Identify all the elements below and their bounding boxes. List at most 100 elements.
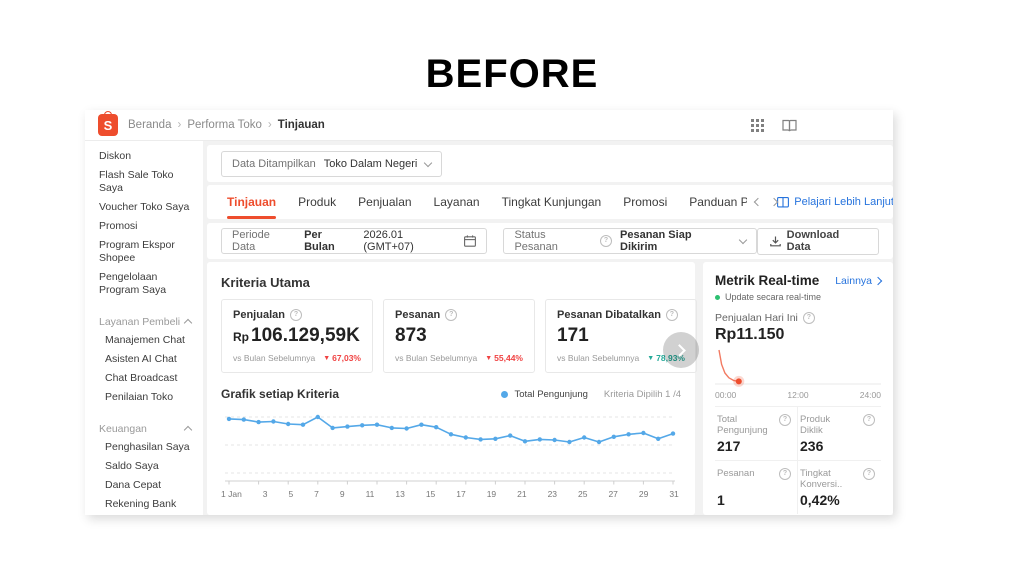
breadcrumb-tinjauan: Tinjauan — [278, 119, 325, 131]
sidebar-item-rekening-bank[interactable]: Rekening Bank — [85, 495, 203, 514]
sidebar-item-penilaian-toko[interactable]: Penilaian Toko — [85, 388, 203, 407]
compare-label: vs Bulan Sebelumnya — [233, 353, 315, 363]
stat-label: Pesanan — [717, 468, 771, 479]
kriteria-line-chart[interactable] — [221, 407, 679, 487]
lainnya-link[interactable]: Lainnya — [835, 275, 881, 287]
stat-pesanan[interactable]: Pesanan? 1 — [715, 461, 798, 514]
sidebar-item-diskon[interactable]: Diskon — [85, 147, 203, 166]
order-status-label: Status Pesanan — [514, 229, 592, 253]
shopee-logo-icon[interactable]: S — [98, 114, 118, 136]
open-book-icon[interactable] — [782, 119, 797, 132]
today-sales-label: Penjualan Hari Ini — [715, 312, 798, 324]
stat-total-pengunjung[interactable]: Total Pengunjung? 217 — [715, 407, 798, 461]
delta-value: 55,44% — [494, 353, 523, 363]
metric-value: 873 — [395, 325, 427, 346]
metric-value: 106.129,59K — [251, 325, 360, 346]
metrik-realtime-card: Metrik Real-time Lainnya Update secara r… — [703, 262, 893, 515]
trend-down-icon: ▼ — [485, 355, 492, 362]
today-sales-value: Rp11.150 — [715, 326, 881, 344]
trend-down-icon: ▼ — [323, 355, 330, 362]
shopee-seller-dashboard: S Beranda › Performa Toko › Tinjauan Dis… — [85, 110, 893, 515]
x-tick: 25 — [578, 489, 587, 499]
sidebar-item-pengelolaan-program[interactable]: Pengelolaan Program Saya — [85, 268, 203, 300]
order-status-filter[interactable]: Status Pesanan ? Pesanan Siap Dikirim — [503, 228, 756, 254]
help-icon[interactable]: ? — [290, 309, 302, 321]
apps-grid-icon[interactable] — [751, 119, 764, 132]
help-icon[interactable]: ? — [863, 468, 875, 480]
sidebar-item-voucher[interactable]: Voucher Toko Saya — [85, 198, 203, 217]
tab-tingkat-kunjungan[interactable]: Tingkat Kunjungan — [502, 185, 602, 219]
tab-bar: Tinjauan Produk Penjualan Layanan Tingka… — [207, 185, 893, 219]
sidebar-item-spinjam[interactable]: SPinjam Untuk Penjual — [85, 514, 203, 515]
line-chart-area[interactable]: 1 Jan 3 5 7 9 11 13 15 17 19 21 23 25 27… — [221, 407, 681, 499]
tab-tinjauan[interactable]: Tinjauan — [227, 185, 276, 219]
chevron-left-icon[interactable] — [754, 198, 762, 206]
sidebar-section-keuangan[interactable]: Keuangan — [85, 420, 203, 438]
chevron-down-icon — [738, 236, 746, 244]
realtime-axis-labels: 00:00 12:00 24:00 — [715, 390, 881, 400]
download-data-button[interactable]: Download Data — [757, 228, 879, 255]
sidebar-item-flash-sale[interactable]: Flash Sale Toko Saya — [85, 166, 203, 198]
tab-penjualan[interactable]: Penjualan — [358, 185, 411, 219]
realtime-mini-chart[interactable] — [715, 346, 881, 390]
carousel-next-button[interactable] — [663, 332, 699, 368]
metric-cards-row: Penjualan ? Rp106.129,59K vs Bulan Sebel… — [221, 299, 681, 373]
period-filter[interactable]: Periode Data Per Bulan 2026.01 (GMT+07) — [221, 228, 487, 254]
metric-card-pesanan[interactable]: Pesanan ? 873 vs Bulan Sebelumnya ▼55,44… — [383, 299, 535, 373]
help-icon[interactable]: ? — [445, 309, 457, 321]
trend-down-icon: ▼ — [647, 355, 654, 362]
sidebar-item-asisten-ai-chat[interactable]: Asisten AI Chat — [85, 350, 203, 369]
help-icon[interactable]: ? — [779, 414, 791, 426]
help-icon[interactable]: ? — [600, 235, 612, 247]
graf-title: Grafik setiap Kriteria — [221, 387, 339, 401]
learn-more-link[interactable]: Pelajari Lebih Lanjut — [777, 196, 893, 208]
sidebar-item-manajemen-chat[interactable]: Manajemen Chat — [85, 331, 203, 350]
breadcrumb-performa-toko[interactable]: Performa Toko — [187, 119, 262, 131]
realtime-title: Metrik Real-time — [715, 273, 819, 288]
help-icon[interactable]: ? — [779, 468, 791, 480]
learn-more-label: Pelajari Lebih Lanjut — [794, 196, 893, 208]
sidebar-item-penghasilan-saya[interactable]: Penghasilan Saya — [85, 438, 203, 457]
calendar-icon — [464, 235, 476, 247]
metric-card-penjualan[interactable]: Penjualan ? Rp106.129,59K vs Bulan Sebel… — [221, 299, 373, 373]
order-status-value: Pesanan Siap Dikirim — [620, 229, 732, 253]
metric-label: Penjualan — [233, 309, 285, 321]
mini-dot — [736, 378, 742, 384]
time-tick: 24:00 — [860, 390, 881, 400]
mini-line — [719, 350, 739, 381]
kriteria-utama-title: Kriteria Utama — [221, 275, 681, 290]
tab-promosi[interactable]: Promosi — [623, 185, 667, 219]
stat-tingkat-konversi[interactable]: Tingkat Konversi..? 0,42% — [798, 461, 881, 514]
tab-layanan[interactable]: Layanan — [434, 185, 480, 219]
point-markers — [227, 415, 675, 444]
stat-value: 1 — [717, 492, 791, 508]
data-shown-label: Data Ditampilkan — [232, 158, 316, 170]
tab-panduan-penjual[interactable]: Panduan Penj — [689, 185, 747, 219]
sidebar-item-promosi[interactable]: Promosi — [85, 217, 203, 236]
x-tick: 31 — [669, 489, 678, 499]
chevron-down-icon — [424, 158, 432, 166]
sidebar-item-dana-cepat[interactable]: Dana Cepat — [85, 476, 203, 495]
top-bar: S Beranda › Performa Toko › Tinjauan — [85, 110, 893, 141]
help-icon[interactable]: ? — [666, 309, 678, 321]
sidebar-section-label: Layanan Pembeli — [99, 316, 180, 328]
x-tick: 27 — [608, 489, 617, 499]
data-shown-value: Toko Dalam Negeri — [324, 158, 418, 170]
x-tick: 23 — [548, 489, 557, 499]
data-shown-dropdown[interactable]: Data Ditampilkan Toko Dalam Negeri — [221, 151, 442, 177]
book-icon — [777, 197, 789, 208]
sidebar-item-program-ekspor[interactable]: Program Ekspor Shopee — [85, 236, 203, 268]
tab-produk[interactable]: Produk — [298, 185, 336, 219]
sidebar-item-chat-broadcast[interactable]: Chat Broadcast — [85, 369, 203, 388]
kriteria-dipilih-note: Kriteria Dipilih 1 /4 — [604, 389, 681, 400]
help-icon[interactable]: ? — [803, 312, 815, 324]
sidebar-item-saldo-saya[interactable]: Saldo Saya — [85, 457, 203, 476]
sidebar-section-layanan-pembeli[interactable]: Layanan Pembeli — [85, 313, 203, 331]
chart-legend[interactable]: Total Pengunjung — [501, 389, 587, 400]
x-tick: 13 — [395, 489, 404, 499]
metric-label: Pesanan Dibatalkan — [557, 309, 661, 321]
stat-produk-diklik[interactable]: Produk Diklik? 236 — [798, 407, 881, 461]
metric-label: Pesanan — [395, 309, 440, 321]
help-icon[interactable]: ? — [863, 414, 875, 426]
breadcrumb-beranda[interactable]: Beranda — [128, 119, 171, 131]
